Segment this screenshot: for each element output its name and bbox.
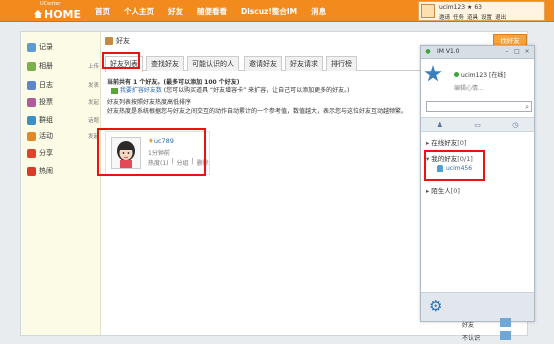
user-links: 邀请 任务 道具 设置 退出 <box>439 13 506 21</box>
im-header[interactable]: ● IM V1.0 – □ × <box>421 46 534 59</box>
group-icon <box>27 115 36 125</box>
sort-note: 好友列表按照好友热度高低排序 <box>107 99 192 107</box>
search-icon[interactable]: ⌕ <box>525 103 529 112</box>
link-tasks[interactable]: 任务 <box>453 13 464 21</box>
friend-info-text: 当前共有 1 个好友。(最多可以添加 100 个好友) 我要扩容好友数 (您可以… <box>107 79 407 116</box>
sidebar-item-record[interactable]: 记录 <box>27 42 99 52</box>
home-icon <box>34 10 42 18</box>
close-icon[interactable]: × <box>523 48 531 56</box>
maximize-icon[interactable]: □ <box>513 48 521 56</box>
sidebar-item-album[interactable]: 相册 上传 <box>27 61 99 71</box>
heat-note: 好友热度是系统根据您与好友之间交互的动作自动累计的一个参考值，数值越大，表示您与… <box>107 107 408 115</box>
nav-messages[interactable]: 消息 <box>311 6 326 17</box>
im-toolbar: ♟ ▭ ◷ <box>421 117 534 132</box>
im-group-strangers[interactable]: ▸ 陌生人[0] <box>426 185 460 195</box>
breadcrumb: 好友 <box>105 36 130 46</box>
group-topic-link[interactable]: 话题 <box>88 116 99 124</box>
poll-icon <box>27 97 36 107</box>
im-panel: ● IM V1.0 – □ × ucim123 [在线] 编辑心情... ⌕ ♟… <box>420 45 535 322</box>
add-icon <box>110 87 118 94</box>
im-contact[interactable]: ucim456 <box>437 165 472 172</box>
friends-icon <box>105 37 113 45</box>
im-mood-edit[interactable]: 编辑心情... <box>454 83 484 92</box>
friend-card: ♦uc789 1分钟前 热度(1) | 分组 | 删除 <box>105 131 210 175</box>
friend-delete-link[interactable]: 删除 <box>197 158 209 167</box>
album-icon <box>27 61 36 71</box>
tab-friend-list[interactable]: 好友列表 <box>105 56 143 72</box>
link-props[interactable]: 道具 <box>467 13 478 21</box>
nav-explore[interactable]: 随便看看 <box>197 6 227 17</box>
page-title: 好友 <box>116 37 130 45</box>
friend-last-active: 1分钟前 <box>148 150 170 157</box>
sidebar-item-group[interactable]: 群组 话题 <box>27 115 99 125</box>
im-group-online[interactable]: ▸ 在线好友[0] <box>426 137 466 147</box>
blog-icon <box>27 80 36 90</box>
expand-arrow-icon: ▸ <box>426 187 430 195</box>
strip-label-friend: 好友 <box>462 322 475 329</box>
sidebar-item-event[interactable]: 活动 发起 <box>27 131 99 141</box>
friend-group-link[interactable]: 分组 <box>177 158 189 167</box>
gear-icon[interactable]: ⚙ <box>429 299 442 314</box>
friend-actions: 热度(1) | 分组 | 删除 <box>148 158 209 167</box>
sidebar-item-blog[interactable]: 日志 发表 <box>27 80 99 90</box>
link-settings[interactable]: 设置 <box>481 13 492 21</box>
strip-action-icon[interactable] <box>500 318 511 327</box>
tab-find-friends[interactable]: 查找好友 <box>146 56 184 71</box>
chat-icon[interactable]: ▭ <box>474 121 481 129</box>
friend-avatar[interactable] <box>111 137 141 169</box>
expand-line: 我要扩容好友数 (您可以购买道具 “好友增容卡” 来扩容，让自己可以添加更多的好… <box>107 87 407 95</box>
user-panel: ucim123 ★ 63 邀请 任务 道具 设置 退出 <box>418 1 545 21</box>
album-upload-link[interactable]: 上传 <box>88 62 99 70</box>
tab-ranking[interactable]: 排行榜 <box>326 56 357 71</box>
nav-im[interactable]: Discuz!整合IM <box>241 6 297 17</box>
im-footer: ⚙ <box>421 292 534 321</box>
user-name-line: ucim123 ★ 63 <box>439 4 482 11</box>
chat-icon <box>27 42 36 52</box>
main-nav: 首页 个人主页 好友 随便看看 Discuz!整合IM 消息 <box>95 6 326 17</box>
friend-name[interactable]: ♦uc789 <box>148 137 174 145</box>
nav-profile[interactable]: 个人主页 <box>124 6 154 17</box>
link-logout[interactable]: 退出 <box>495 13 506 21</box>
sidebar-item-poll[interactable]: 投票 发起 <box>27 97 99 107</box>
history-icon[interactable]: ◷ <box>512 121 518 129</box>
tab-may-know[interactable]: 可能认识的人 <box>187 56 239 71</box>
sidebar-item-hot[interactable]: 热闹 <box>27 166 99 176</box>
blog-post-link[interactable]: 发表 <box>88 81 99 89</box>
top-navigation-bar: UCenter HOME 首页 个人主页 好友 随便看看 Discuz!整合IM… <box>0 0 554 22</box>
im-person-icon: ● <box>425 48 431 55</box>
strip-label-stranger: 不认识 <box>462 335 481 342</box>
friend-heat: 热度(1) <box>148 160 169 167</box>
expand-arrow-icon: ▸ <box>426 139 430 147</box>
online-status-icon <box>454 72 459 77</box>
points-icon: ★ <box>467 4 473 11</box>
logo-title: HOME <box>34 8 81 21</box>
logo-subtitle: UCenter <box>40 1 61 7</box>
contacts-icon[interactable]: ♟ <box>437 121 443 129</box>
nav-friends[interactable]: 好友 <box>168 6 183 17</box>
im-group-my-friends[interactable]: ▾ 我的好友[0/1] <box>426 153 473 163</box>
minimize-icon[interactable]: – <box>503 48 511 56</box>
friend-count-text: 当前共有 1 个好友。(最多可以添加 100 个好友) <box>107 79 240 86</box>
hot-icon <box>27 166 36 176</box>
link-invite[interactable]: 邀请 <box>439 13 450 21</box>
event-create-link[interactable]: 发起 <box>88 132 99 140</box>
sidebar-item-share[interactable]: 分享 <box>27 148 99 158</box>
im-title: IM V1.0 <box>437 48 460 55</box>
im-logo-icon <box>424 65 442 82</box>
sidebar: 记录 相册 上传 日志 发表 投票 发起 群组 话题 活动 发起 分享 热闹 <box>21 32 101 335</box>
strip-action-icon[interactable] <box>500 331 511 340</box>
tab-invite[interactable]: 邀请好友 <box>244 56 282 71</box>
share-icon <box>27 148 36 158</box>
avatar[interactable] <box>421 4 435 18</box>
im-search-input[interactable]: ⌕ <box>426 101 532 112</box>
tab-requests[interactable]: 好友请求 <box>285 56 323 71</box>
nav-home[interactable]: 首页 <box>95 6 110 17</box>
collapse-arrow-icon: ▾ <box>426 155 430 163</box>
im-user-status[interactable]: ucim123 [在线] <box>454 70 506 79</box>
girl-avatar-icon <box>112 138 140 168</box>
poll-create-link[interactable]: 发起 <box>88 98 99 106</box>
event-icon <box>27 131 36 141</box>
contact-person-icon <box>437 165 443 172</box>
expand-friends-link[interactable]: 我要扩容好友数 <box>120 87 162 94</box>
